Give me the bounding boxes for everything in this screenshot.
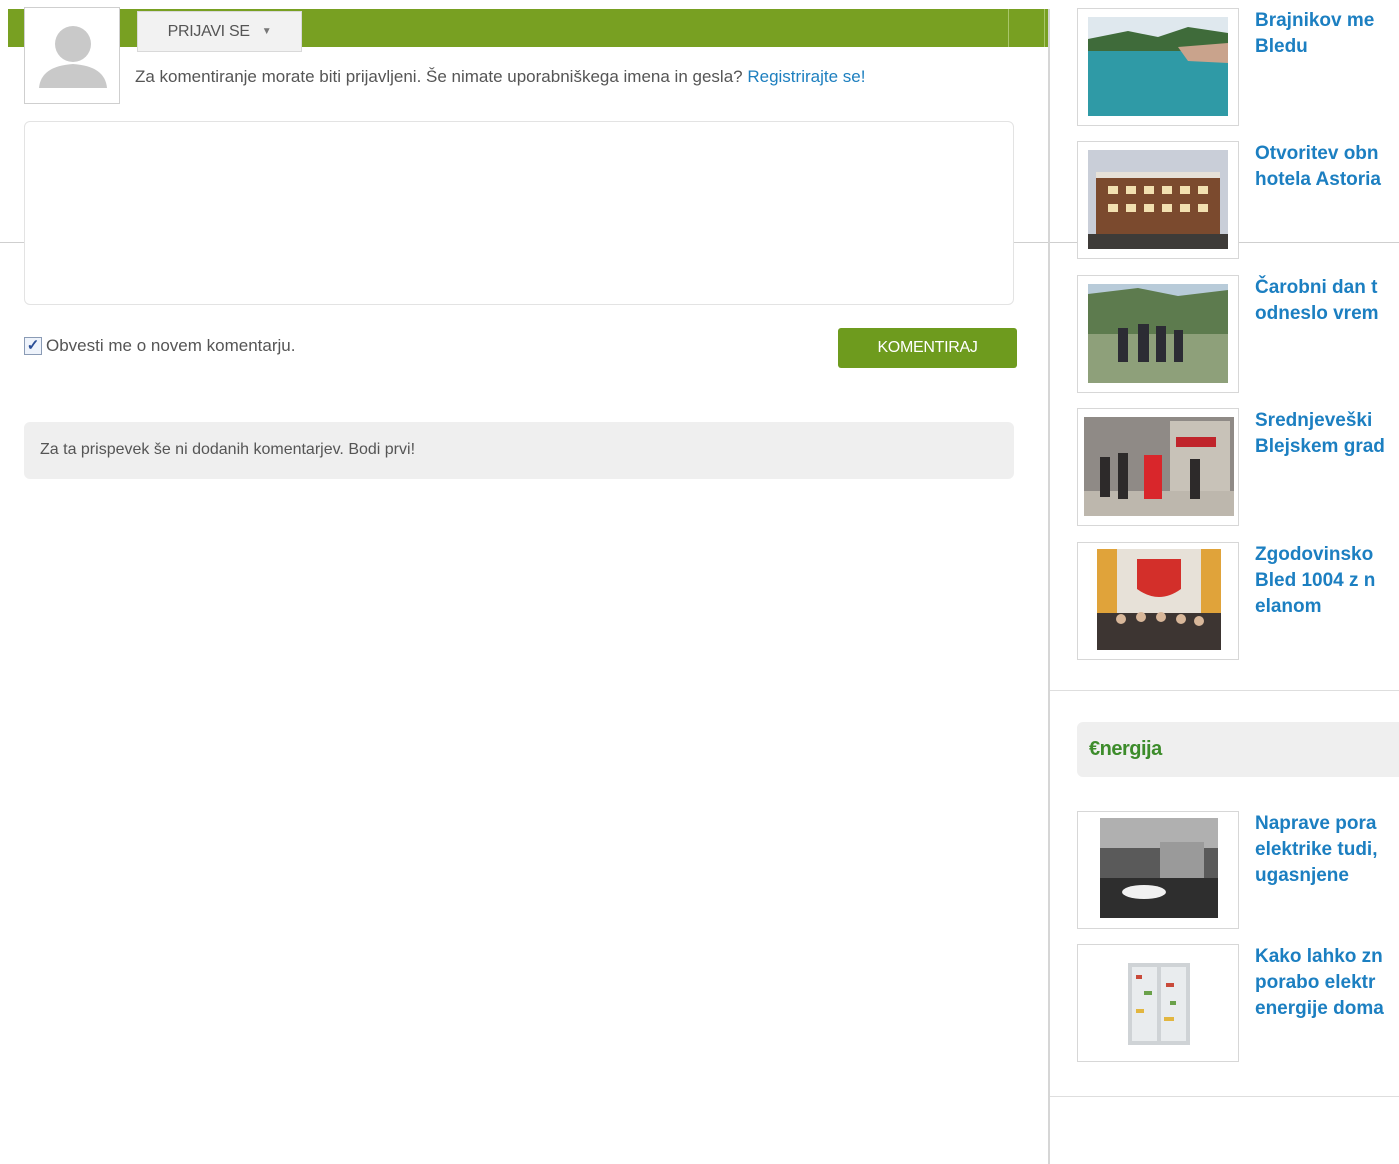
article-thumbnail[interactable] — [1077, 8, 1239, 126]
register-link[interactable]: Registrirajte se! — [747, 67, 865, 86]
login-button-label: PRIJAVI SE — [167, 22, 250, 40]
article-title-link[interactable]: Srednjeveški Blejskem grad — [1255, 408, 1399, 460]
lake-photo-icon — [1088, 17, 1228, 116]
sidebar-article[interactable]: Zgodovinsko Bled 1004 z n elanom — [1077, 542, 1399, 660]
article-thumbnail[interactable] — [1077, 944, 1239, 1062]
energija-section-header: €nergija — [1077, 722, 1399, 777]
login-required-note: Za komentiranje morate biti prijavljeni.… — [135, 67, 865, 87]
caret-down-icon: ▼ — [261, 26, 272, 37]
sidebar-article[interactable]: Otvoritev obn hotela Astoria — [1077, 141, 1399, 259]
article-thumbnail[interactable] — [1077, 542, 1239, 660]
section-divider — [1050, 1096, 1399, 1097]
article-title-link[interactable]: Naprave pora elektrike tudi, ugasnjene — [1255, 811, 1399, 889]
article-title-link[interactable]: Zgodovinsko Bled 1004 z n elanom — [1255, 542, 1399, 620]
sidebar-article[interactable]: Srednjeveški Blejskem grad — [1077, 408, 1399, 526]
article-title-link[interactable]: Brajnikov me Bledu — [1255, 8, 1399, 60]
sidebar-article[interactable]: Brajnikov me Bledu — [1077, 8, 1399, 126]
article-thumbnail[interactable] — [1077, 408, 1239, 526]
medieval-photo-icon — [1084, 417, 1234, 516]
energija-logo: €nergija — [1089, 738, 1162, 760]
notify-option[interactable]: ✓ Obvesti me o novem komentarju. — [24, 336, 295, 356]
article-thumbnail[interactable] — [1077, 141, 1239, 259]
avatar — [24, 7, 120, 104]
article-thumbnail[interactable] — [1077, 811, 1239, 929]
meeting-photo-icon — [1097, 549, 1221, 650]
comment-textarea[interactable] — [24, 121, 1014, 305]
article-title-link[interactable]: Otvoritev obn hotela Astoria — [1255, 141, 1399, 193]
notify-checkbox[interactable]: ✓ — [24, 337, 42, 355]
article-thumbnail[interactable] — [1077, 275, 1239, 393]
header-divider — [1008, 9, 1009, 47]
submit-comment-button[interactable]: KOMENTIRAJ — [838, 328, 1017, 368]
login-note-text: Za komentiranje morate biti prijavljeni.… — [135, 67, 743, 86]
refrigerator-photo-icon — [1128, 963, 1190, 1045]
header-divider — [1044, 9, 1045, 47]
sidebar-article[interactable]: Kako lahko zn porabo elektr energije dom… — [1077, 944, 1399, 1062]
sidebar-article[interactable]: Naprave pora elektrike tudi, ugasnjene — [1077, 811, 1399, 929]
article-title-link[interactable]: Kako lahko zn porabo elektr energije dom… — [1255, 944, 1399, 1022]
section-divider — [1050, 690, 1399, 691]
notify-label: Obvesti me o novem komentarju. — [46, 336, 296, 355]
no-comments-message: Za ta prispevek še ni dodanih komentarje… — [24, 422, 1014, 479]
people-photo-icon — [1088, 284, 1228, 383]
login-button[interactable]: PRIJAVI SE ▼ — [137, 11, 302, 52]
living-room-photo-icon — [1100, 818, 1218, 918]
user-placeholder-icon — [39, 26, 107, 88]
sidebar-article[interactable]: Čarobni dan t odneslo vrem — [1077, 275, 1399, 393]
hotel-photo-icon — [1088, 150, 1228, 249]
sidebar-divider — [1048, 9, 1050, 1164]
article-title-link[interactable]: Čarobni dan t odneslo vrem — [1255, 275, 1399, 327]
